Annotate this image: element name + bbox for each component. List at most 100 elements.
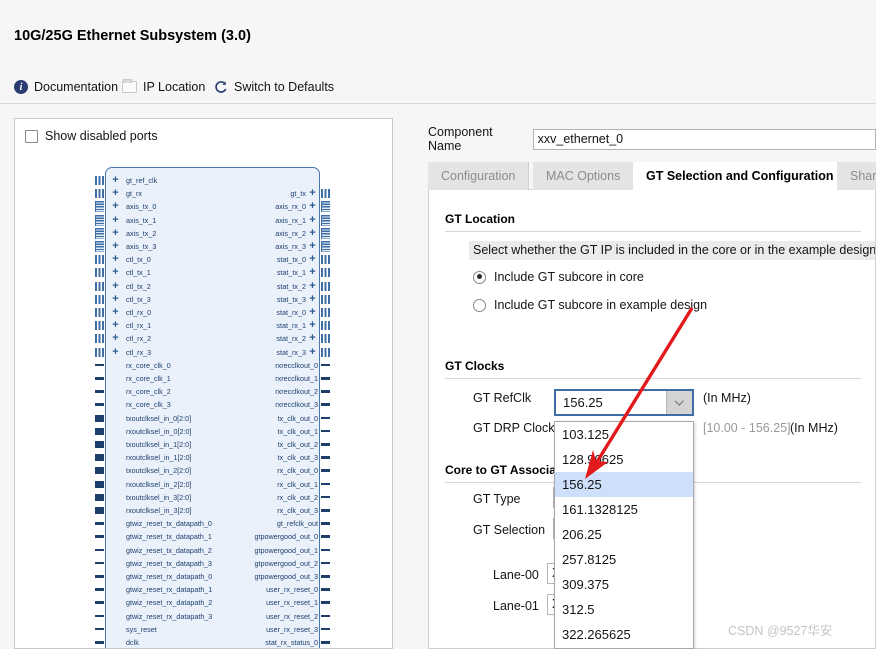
port-label-user_rx_reset_1: user_rx_reset_1 bbox=[266, 596, 318, 609]
dropdown-option[interactable]: 128.90625 bbox=[555, 447, 693, 472]
dropdown-option[interactable]: 156.25 bbox=[555, 472, 693, 497]
expand-icon[interactable] bbox=[111, 348, 120, 357]
expand-icon[interactable] bbox=[308, 189, 317, 198]
tab-configuration[interactable]: Configuration bbox=[428, 162, 529, 190]
gt-refclk-dropdown-list[interactable]: 103.125128.90625156.25161.1328125206.252… bbox=[554, 421, 694, 649]
component-name-input[interactable]: xxv_ethernet_0 bbox=[533, 129, 876, 150]
radio-include-gt-in-core-indicator[interactable] bbox=[473, 271, 486, 284]
ip-location-link[interactable]: IP Location bbox=[122, 77, 205, 97]
gt-refclk-unit: (In MHz) bbox=[703, 391, 751, 405]
gt-refclk-combobox[interactable]: 156.25 bbox=[554, 389, 694, 416]
port-label-rxrecclkout_2: rxrecclkout_2 bbox=[275, 385, 318, 398]
port-label-axis_tx_1: axis_tx_1 bbox=[126, 214, 156, 227]
dropdown-option[interactable]: 322.265625 bbox=[555, 622, 693, 647]
expand-icon[interactable] bbox=[111, 334, 120, 343]
expand-icon[interactable] bbox=[111, 255, 120, 264]
port-label-gt_tx: gt_tx bbox=[290, 187, 306, 200]
window-titlebar: 10G/25G Ethernet Subsystem (3.0) bbox=[0, 4, 876, 52]
expand-icon[interactable] bbox=[111, 295, 120, 304]
dropdown-option[interactable]: 312.5 bbox=[555, 597, 693, 622]
expand-icon[interactable] bbox=[111, 308, 120, 317]
expand-icon[interactable] bbox=[111, 229, 120, 238]
tab-shared-logic[interactable]: Shared L bbox=[837, 162, 876, 190]
port-label-txoutclksel_in_2[2:0]: txoutclksel_in_2[2:0] bbox=[126, 464, 191, 477]
gt-type-label: GT Type bbox=[473, 492, 520, 506]
port-label-tx_clk_out_1: tx_clk_out_1 bbox=[278, 425, 318, 438]
tab-mac-options[interactable]: MAC Options bbox=[533, 162, 634, 190]
port-label-gtwiz_reset_rx_datapath_0: gtwiz_reset_rx_datapath_0 bbox=[126, 570, 212, 583]
port-label-ctl_tx_2: ctl_tx_2 bbox=[126, 280, 151, 293]
component-name-label: Component Name bbox=[428, 125, 525, 153]
expand-icon[interactable] bbox=[111, 321, 120, 330]
port-label-rxrecclkout_0: rxrecclkout_0 bbox=[275, 359, 318, 372]
documentation-label: Documentation bbox=[34, 77, 118, 97]
port-label-axis_rx_1: axis_rx_1 bbox=[275, 214, 306, 227]
port-label-gtwiz_reset_tx_datapath_0: gtwiz_reset_tx_datapath_0 bbox=[126, 517, 212, 530]
port-label-ctl_rx_3: ctl_rx_3 bbox=[126, 346, 151, 359]
expand-icon[interactable] bbox=[111, 282, 120, 291]
expand-icon[interactable] bbox=[308, 295, 317, 304]
radio-include-gt-in-example-design-indicator[interactable] bbox=[473, 299, 486, 312]
port-label-gtwiz_reset_tx_datapath_1: gtwiz_reset_tx_datapath_1 bbox=[126, 530, 212, 543]
component-name-row: Component Name xxv_ethernet_0 bbox=[428, 128, 876, 150]
expand-icon[interactable] bbox=[308, 308, 317, 317]
dropdown-option[interactable]: 161.1328125 bbox=[555, 497, 693, 522]
port-label-tx_clk_out_0: tx_clk_out_0 bbox=[278, 412, 318, 425]
port-label-rx_clk_out_3: rx_clk_out_3 bbox=[277, 504, 318, 517]
gt-location-heading: GT Location bbox=[445, 212, 515, 226]
tab-bar: Configuration MAC Options GT Selection a… bbox=[428, 162, 876, 190]
radio-include-gt-in-core[interactable]: Include GT subcore in core bbox=[473, 270, 644, 284]
dropdown-option[interactable]: 103.125 bbox=[555, 422, 693, 447]
expand-icon[interactable] bbox=[111, 268, 120, 277]
expand-icon[interactable] bbox=[308, 282, 317, 291]
watermark: CSDN @9527华安 bbox=[728, 620, 832, 639]
port-diagram-panel: Show disabled ports gt_ref_clkgt_rxaxis_… bbox=[14, 118, 393, 649]
port-label-rxoutclksel_in_1[2:0]: rxoutclksel_in_1[2:0] bbox=[126, 451, 192, 464]
switch-to-defaults-link[interactable]: Switch to Defaults bbox=[213, 77, 334, 97]
expand-icon[interactable] bbox=[308, 229, 317, 238]
ip-configuration-window: 10G/25G Ethernet Subsystem (3.0) i Docum… bbox=[0, 0, 876, 649]
expand-icon[interactable] bbox=[308, 202, 317, 211]
expand-icon[interactable] bbox=[111, 189, 120, 198]
port-label-sys_reset: sys_reset bbox=[126, 623, 157, 636]
expand-icon[interactable] bbox=[308, 216, 317, 225]
expand-icon[interactable] bbox=[111, 242, 120, 251]
dropdown-option[interactable]: 309.375 bbox=[555, 572, 693, 597]
dropdown-option[interactable]: 257.8125 bbox=[555, 547, 693, 572]
documentation-link[interactable]: i Documentation bbox=[14, 77, 118, 97]
gt-drp-clock-label: GT DRP Clock bbox=[473, 421, 555, 435]
port-label-rxrecclkout_1: rxrecclkout_1 bbox=[275, 372, 318, 385]
radio-include-gt-in-core-label: Include GT subcore in core bbox=[494, 270, 644, 284]
port-label-axis_tx_2: axis_tx_2 bbox=[126, 227, 156, 240]
port-label-gtwiz_reset_tx_datapath_3: gtwiz_reset_tx_datapath_3 bbox=[126, 557, 212, 570]
expand-icon[interactable] bbox=[308, 334, 317, 343]
expand-icon[interactable] bbox=[111, 216, 120, 225]
tab-gt-selection-and-configuration[interactable]: GT Selection and Configuration bbox=[633, 162, 848, 190]
expand-icon[interactable] bbox=[308, 268, 317, 277]
gt-clocks-divider bbox=[445, 378, 861, 379]
port-label-axis_tx_0: axis_tx_0 bbox=[126, 200, 156, 213]
port-label-txoutclksel_in_1[2:0]: txoutclksel_in_1[2:0] bbox=[126, 438, 191, 451]
port-label-gtwiz_reset_rx_datapath_1: gtwiz_reset_rx_datapath_1 bbox=[126, 583, 212, 596]
port-label-stat_rx_3: stat_rx_3 bbox=[276, 346, 306, 359]
port-label-rx_clk_out_0: rx_clk_out_0 bbox=[277, 464, 318, 477]
expand-icon[interactable] bbox=[308, 255, 317, 264]
gt-location-divider bbox=[445, 231, 861, 232]
port-label-stat_tx_2: stat_tx_2 bbox=[277, 280, 306, 293]
expand-icon[interactable] bbox=[308, 348, 317, 357]
port-label-gtwiz_reset_tx_datapath_2: gtwiz_reset_tx_datapath_2 bbox=[126, 544, 212, 557]
expand-icon[interactable] bbox=[111, 176, 120, 185]
port-label-axis_rx_0: axis_rx_0 bbox=[275, 200, 306, 213]
port-label-tx_clk_out_2: tx_clk_out_2 bbox=[278, 438, 318, 451]
gt-drp-clock-range: [10.00 - 156.25] bbox=[703, 421, 791, 435]
radio-include-gt-in-example-design[interactable]: Include GT subcore in example design bbox=[473, 298, 707, 312]
expand-icon[interactable] bbox=[308, 242, 317, 251]
radio-include-gt-in-example-design-label: Include GT subcore in example design bbox=[494, 298, 707, 312]
port-label-gtwiz_reset_rx_datapath_3: gtwiz_reset_rx_datapath_3 bbox=[126, 610, 212, 623]
page-title: 10G/25G Ethernet Subsystem (3.0) bbox=[14, 28, 251, 44]
dropdown-option[interactable]: 206.25 bbox=[555, 522, 693, 547]
chevron-down-icon[interactable] bbox=[666, 391, 692, 414]
port-label-stat_rx_status_0: stat_rx_status_0 bbox=[265, 636, 318, 649]
expand-icon[interactable] bbox=[308, 321, 317, 330]
expand-icon[interactable] bbox=[111, 202, 120, 211]
